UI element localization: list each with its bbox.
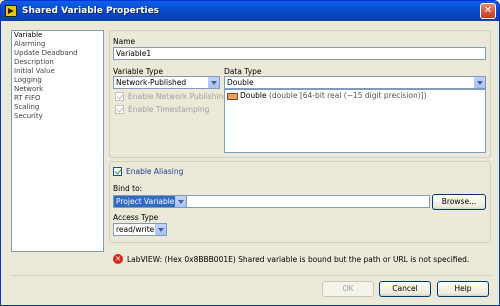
title-bar: Shared Variable Properties ✕ [1,1,499,21]
aliasing-panel: Enable Aliasing Bind to: Project Variabl… [109,161,491,243]
labview-icon [5,5,17,17]
sidebar-item-network[interactable]: Network [12,85,103,94]
sidebar-item-alarming[interactable]: Alarming [12,40,103,49]
data-type-list-item-detail: (double [64-bit real (~15 digit precisio… [268,91,427,100]
browse-button[interactable]: Browse... [432,194,486,210]
double-type-icon [227,92,238,100]
bind-to-select[interactable]: Project Variable [113,195,187,208]
enable-network-publishing-label: Enable Network Publishing [128,92,228,101]
variable-type-label: Variable Type [113,67,163,76]
sidebar-item-rt-fifo[interactable]: RT FIFO [12,94,103,103]
divider [11,275,491,276]
variable-type-value: Network-Published [116,78,187,87]
cancel-button[interactable]: Cancel [379,281,431,297]
sidebar-item-variable[interactable]: Variable [12,31,103,40]
close-icon[interactable]: ✕ [480,3,496,19]
sidebar-item-security[interactable]: Security [12,112,103,121]
bind-to-value: Project Variable [116,197,175,206]
variable-type-select[interactable]: Network-Published [113,76,220,89]
data-type-label: Data Type [224,67,262,76]
name-label: Name [113,37,136,46]
data-type-select[interactable]: Double [224,76,486,89]
sidebar-item-scaling[interactable]: Scaling [12,103,103,112]
window-title: Shared Variable Properties [22,6,160,16]
enable-timestamping-checkbox[interactable] [115,105,124,114]
variable-settings-panel: Name Variable1 Variable Type Network-Pub… [109,30,491,158]
data-type-list-item-label: Double [240,91,267,100]
access-type-select[interactable]: read/write [113,223,167,236]
enable-aliasing-checkbox[interactable] [113,167,122,176]
help-button[interactable]: Help [437,281,489,297]
chevron-down-icon[interactable] [175,196,186,207]
dialog-window: Shared Variable Properties ✕ Variable Al… [0,0,500,306]
chevron-down-icon[interactable] [208,77,219,88]
error-message: LabVIEW: (Hex 0x8BBB001E) Shared variabl… [127,255,470,264]
sidebar-item-update-deadband[interactable]: Update Deadband [12,49,103,58]
sidebar-item-description[interactable]: Description [12,58,103,67]
enable-aliasing-label: Enable Aliasing [126,167,184,176]
bind-path-input[interactable] [186,195,430,208]
ok-button[interactable]: OK [322,281,374,297]
enable-network-publishing-checkbox[interactable] [115,92,124,101]
data-type-value: Double [227,78,254,87]
chevron-down-icon[interactable] [155,224,166,235]
chevron-down-icon[interactable] [474,77,485,88]
error-icon: ✕ [113,254,123,264]
name-input[interactable]: Variable1 [113,47,486,60]
sidebar-item-initial-value[interactable]: Initial Value [12,67,103,76]
bind-to-label: Bind to: [113,184,143,193]
sidebar-item-logging[interactable]: Logging [12,76,103,85]
access-type-label: Access Type [113,213,159,222]
data-type-list[interactable]: Double (double [64-bit real (~15 digit p… [224,89,486,153]
category-list: Variable Alarming Update Deadband Descri… [11,30,104,252]
enable-timestamping-label: Enable Timestamping [128,105,210,114]
list-item[interactable]: Double (double [64-bit real (~15 digit p… [225,90,485,101]
access-type-value: read/write [116,225,155,234]
